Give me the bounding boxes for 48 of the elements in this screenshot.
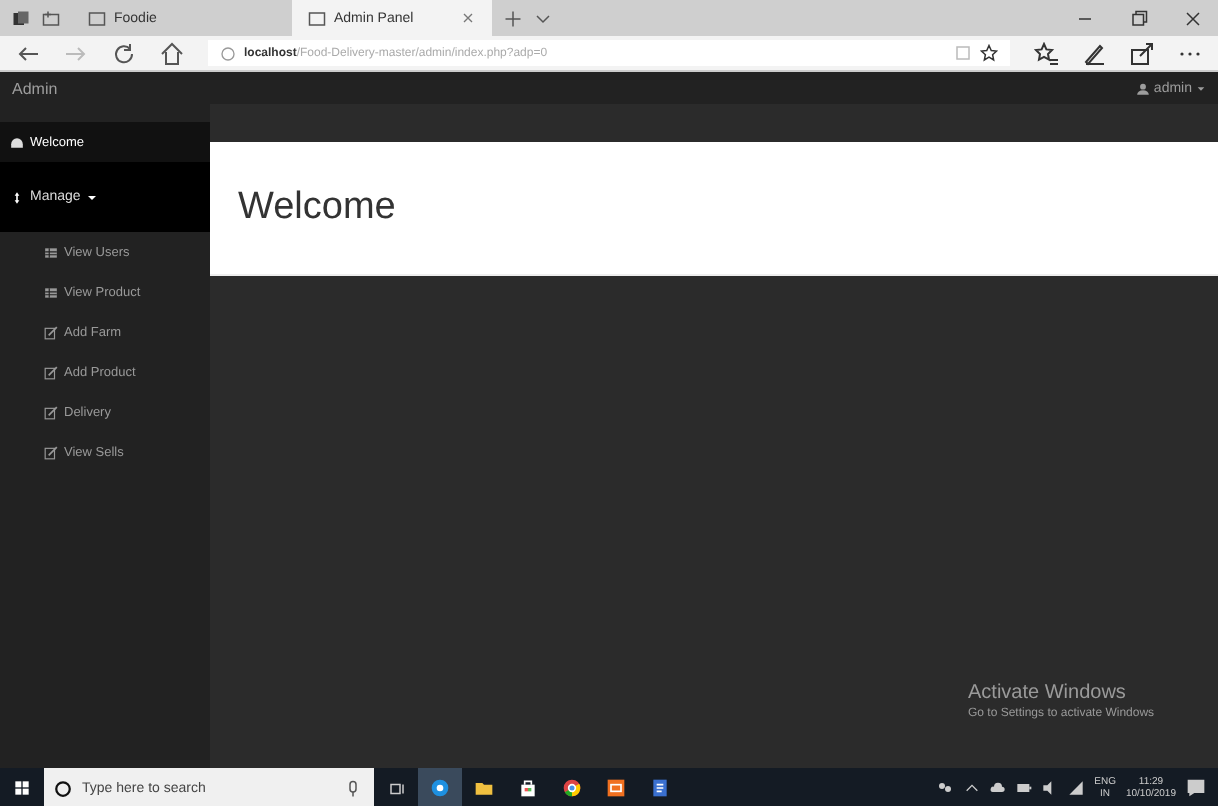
- home-icon: [160, 41, 184, 65]
- restore-icon: [1130, 9, 1148, 27]
- page-icon: [308, 9, 326, 27]
- star-icon: [980, 44, 998, 62]
- search-icon: [54, 779, 72, 797]
- edit-icon: [44, 405, 58, 419]
- favorites-icon: [1034, 41, 1058, 65]
- pen-icon: [1082, 41, 1106, 65]
- sort-icon: [10, 189, 24, 205]
- shopping-bag-icon: [518, 778, 538, 798]
- user-icon: [1135, 81, 1150, 95]
- table-icon: [44, 285, 58, 299]
- battery-icon: [1016, 780, 1033, 796]
- refresh-icon: [112, 41, 136, 65]
- browser-icon: [430, 778, 450, 798]
- page-heading: Welcome: [238, 186, 396, 230]
- chrome-icon: [562, 778, 582, 798]
- share-icon: [1130, 41, 1154, 65]
- microphone-icon: [344, 779, 362, 797]
- notification-icon: [1186, 778, 1206, 798]
- tab-actions-icon: [12, 9, 30, 27]
- chevron-down-icon: [534, 9, 552, 27]
- task-view-icon: [387, 779, 405, 797]
- close-icon: [1184, 9, 1202, 27]
- brand-title[interactable]: Admin: [12, 79, 58, 97]
- info-icon: [220, 45, 236, 61]
- edit-icon: [44, 445, 58, 459]
- chevron-up-icon: [964, 780, 981, 796]
- cloud-icon: [990, 780, 1007, 796]
- people-icon: [936, 779, 955, 797]
- table-icon: [44, 245, 58, 259]
- activation-title: Activate Windows: [968, 682, 1128, 704]
- edit-icon: [44, 365, 58, 379]
- plus-icon: [504, 9, 522, 27]
- caret-down-icon: [86, 191, 99, 203]
- reading-view-icon: [954, 44, 972, 62]
- document-icon: [650, 778, 670, 798]
- tabs-aside-icon: [42, 9, 60, 27]
- close-icon: [460, 10, 476, 26]
- app-window-icon: [606, 778, 626, 798]
- edge-button[interactable]: [418, 768, 462, 806]
- edit-icon: [44, 325, 58, 339]
- windows-logo-icon: [14, 780, 30, 796]
- page-icon: [88, 9, 106, 27]
- back-arrow-icon: [16, 41, 40, 65]
- forward-arrow-icon: [64, 41, 88, 65]
- folder-icon: [474, 778, 494, 798]
- caret-icon: [1196, 83, 1206, 93]
